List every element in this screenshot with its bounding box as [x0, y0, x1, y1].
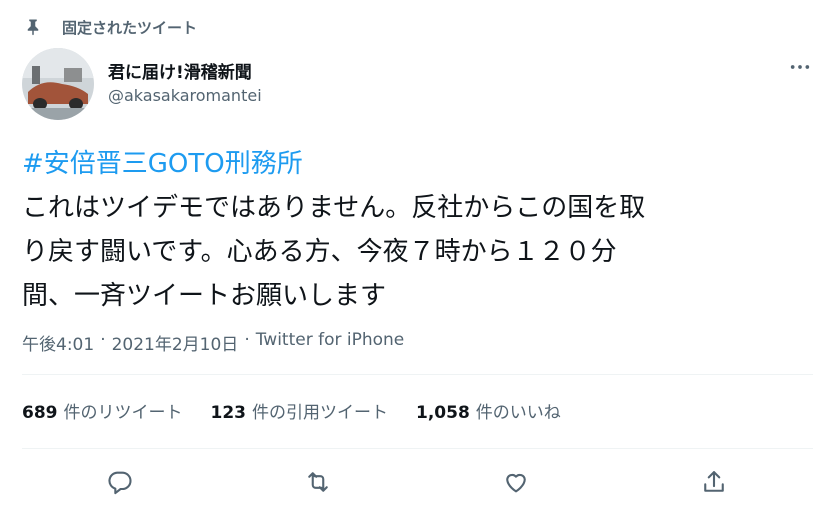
action-bar [100, 462, 740, 502]
meta-separator: · [100, 330, 106, 350]
tweet-source[interactable]: Twitter for iPhone [256, 330, 405, 355]
tweet-stats: 689 件のリツイート 123 件の引用ツイート 1,058 件のいいね [22, 398, 589, 423]
retweet-button[interactable] [298, 462, 338, 502]
stat-label: 件の引用ツイート [252, 403, 388, 423]
reply-button[interactable] [100, 462, 140, 502]
retweet-icon [308, 472, 328, 492]
quote-tweet-count[interactable]: 123 件の引用ツイート [211, 398, 389, 423]
like-icon [506, 473, 526, 493]
divider [22, 448, 813, 449]
stat-label: 件のリツイート [63, 403, 183, 423]
stat-label: 件のいいね [475, 403, 561, 423]
stat-count: 1,058 [416, 403, 470, 423]
tweet-time[interactable]: 午後4:01 [22, 330, 94, 355]
display-name[interactable]: 君に届け!滑稽新聞 [108, 58, 252, 83]
avatar[interactable] [22, 48, 94, 120]
tweet-body: これはツイデモではありません。反社からこの国を取 り戻す闘いです。心ある方、今夜… [22, 193, 646, 311]
pin-icon [24, 18, 42, 36]
tweet-text: #安倍晋三GOTO刑務所 これはツイデモではありません。反社からこの国を取 り戻… [22, 142, 812, 318]
tweet-meta: 午後4:01 · 2021年2月10日 · Twitter for iPhone [22, 330, 404, 355]
like-count[interactable]: 1,058 件のいいね [416, 398, 561, 423]
more-options-button[interactable] [784, 54, 816, 80]
user-handle[interactable]: @akasakaromantei [108, 86, 262, 105]
pinned-indicator [24, 16, 42, 38]
stat-count: 123 [210, 403, 247, 423]
like-button[interactable] [496, 462, 536, 502]
tweet-date[interactable]: 2021年2月10日 [112, 330, 239, 355]
pinned-label: 固定されたツイート [62, 19, 198, 37]
stat-count: 689 [22, 403, 58, 423]
share-button[interactable] [694, 462, 734, 502]
meta-separator: · [244, 330, 250, 350]
divider [22, 374, 813, 375]
hashtag-link[interactable]: #安倍晋三GOTO刑務所 [22, 142, 812, 186]
retweet-count[interactable]: 689 件のリツイート [22, 398, 183, 423]
reply-icon [108, 471, 132, 495]
more-icon [790, 65, 810, 69]
share-icon [704, 471, 724, 492]
